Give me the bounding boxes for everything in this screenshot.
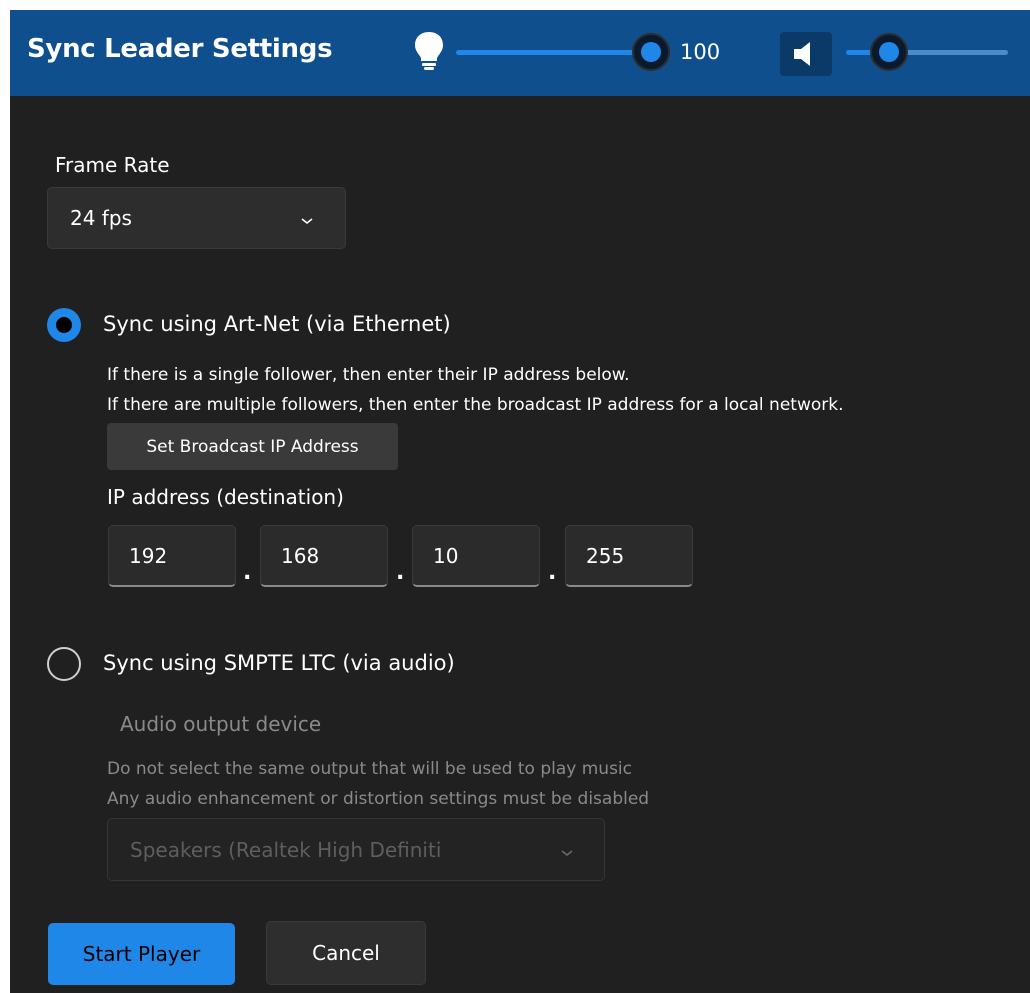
- smpte-help-line-2: Any audio enhancement or distortion sett…: [107, 789, 650, 809]
- mute-toggle-button[interactable]: [780, 32, 832, 76]
- ip-octet-3-field[interactable]: [412, 525, 540, 587]
- audio-device-label: Audio output device: [120, 712, 322, 736]
- smpte-help-line-1: Do not select the same output that will …: [107, 759, 632, 779]
- smpte-radio-label[interactable]: Sync using SMPTE LTC (via audio): [103, 651, 455, 675]
- chevron-down-icon: [301, 218, 313, 225]
- brightness-value: 100: [680, 40, 721, 64]
- volume-slider-thumb[interactable]: [870, 33, 908, 71]
- ip-separator: .: [396, 560, 405, 585]
- ip-address-label: IP address (destination): [107, 485, 344, 509]
- ip-octet-1-input[interactable]: [109, 526, 235, 585]
- ip-octet-2-field[interactable]: [260, 525, 388, 587]
- brightness-slider[interactable]: [456, 33, 670, 71]
- frame-rate-value: 24 fps: [70, 206, 132, 230]
- ip-octet-3-input[interactable]: [413, 526, 539, 585]
- smpte-radio[interactable]: [47, 647, 81, 681]
- artnet-radio[interactable]: [47, 308, 81, 342]
- speaker-icon: [794, 42, 810, 66]
- ip-octet-1-field[interactable]: [108, 525, 236, 587]
- set-broadcast-ip-button[interactable]: Set Broadcast IP Address: [107, 423, 398, 470]
- ip-octet-4-input[interactable]: [566, 526, 692, 585]
- frame-rate-label: Frame Rate: [55, 153, 170, 177]
- lightbulb-icon: [415, 32, 443, 70]
- audio-device-dropdown[interactable]: Speakers (Realtek High Definiti: [107, 818, 605, 881]
- artnet-radio-label[interactable]: Sync using Art-Net (via Ethernet): [103, 312, 451, 336]
- title-bar: Sync Leader Settings 100: [10, 10, 1030, 96]
- window-title: Sync Leader Settings: [27, 34, 333, 64]
- artnet-help-line-1: If there is a single follower, then ente…: [107, 365, 630, 385]
- ip-octet-2-input[interactable]: [261, 526, 387, 585]
- artnet-help-line-2: If there are multiple followers, then en…: [107, 395, 844, 415]
- chevron-down-icon: [561, 850, 573, 857]
- ip-octet-4-field[interactable]: [565, 525, 693, 587]
- volume-slider[interactable]: [846, 33, 1008, 71]
- audio-device-value: Speakers (Realtek High Definiti: [130, 838, 442, 862]
- start-player-button[interactable]: Start Player: [48, 923, 235, 985]
- ip-separator: .: [548, 560, 557, 585]
- sync-leader-settings-window: Sync Leader Settings 100 Frame Rate 24 f…: [10, 10, 1030, 993]
- cancel-button[interactable]: Cancel: [266, 921, 426, 985]
- brightness-slider-thumb[interactable]: [632, 33, 670, 71]
- ip-separator: .: [243, 560, 252, 585]
- frame-rate-dropdown[interactable]: 24 fps: [47, 187, 346, 249]
